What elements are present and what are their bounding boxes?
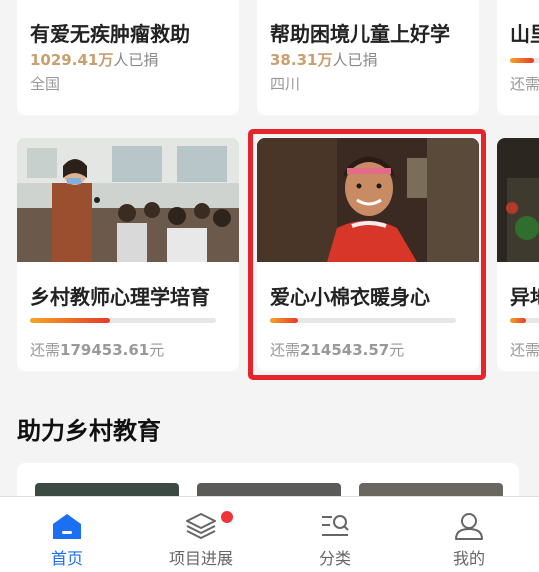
- classroom-photo: [17, 138, 239, 262]
- tab-label: 分类: [318, 549, 351, 568]
- progress-bar: [30, 318, 216, 323]
- tab-home[interactable]: 首页: [0, 497, 134, 572]
- project-card-partial-right-2[interactable]: 异地 还需: [497, 138, 539, 371]
- project-card-partial-right[interactable]: 山里 还需: [497, 0, 539, 115]
- project-card-teacher-psychology[interactable]: 乡村教师心理学培育 还需179453.61元: [17, 138, 239, 371]
- home-icon: [53, 514, 81, 539]
- user-icon: [455, 513, 483, 540]
- remain-label: 还需: [510, 341, 539, 359]
- remain-amount: 还需179453.61元: [30, 341, 165, 359]
- section-title: 助力乡村教育: [17, 417, 161, 445]
- progress-bar: [510, 58, 539, 63]
- card-title: 有爱无疾肿瘤救助: [30, 22, 190, 46]
- card-title: 乡村教师心理学培育: [30, 285, 210, 309]
- card-title: 异地: [510, 285, 539, 309]
- progress-bar: [510, 318, 539, 323]
- project-photo: [497, 138, 539, 262]
- remain-label: 还需: [510, 75, 539, 93]
- donor-count: 1029.41万人已捐: [30, 51, 159, 69]
- donor-count: 38.31万人已捐: [270, 51, 378, 69]
- selected-card-highlight: [248, 129, 486, 380]
- region-label: 四川: [270, 75, 301, 93]
- tab-label: 我的: [452, 549, 485, 568]
- notification-badge: [221, 511, 233, 523]
- bottom-tab-bar: 首页 项目进展 分类 我的: [0, 496, 539, 572]
- tab-project-progress[interactable]: 项目进展: [134, 497, 268, 572]
- card-title: 山里: [510, 22, 539, 46]
- tab-category[interactable]: 分类: [268, 497, 402, 572]
- category-search-icon: [322, 515, 349, 536]
- card-title: 帮助困境儿童上好学: [270, 22, 450, 46]
- project-card-tumor-aid[interactable]: 有爱无疾肿瘤救助 1029.41万人已捐 全国: [17, 0, 239, 115]
- region-label: 全国: [30, 75, 61, 93]
- layers-icon: [186, 513, 216, 539]
- project-card-children-school[interactable]: 帮助困境儿童上好学 38.31万人已捐 四川: [257, 0, 479, 115]
- tab-label: 首页: [50, 549, 83, 568]
- tab-mine[interactable]: 我的: [402, 497, 536, 572]
- tab-label: 项目进展: [168, 549, 233, 568]
